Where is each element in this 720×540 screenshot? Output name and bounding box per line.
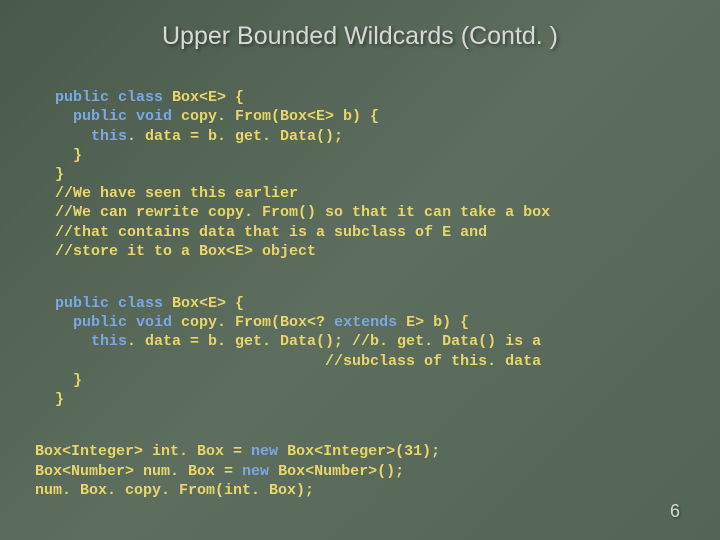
tx: num. Box. copy. From(int. Box); — [35, 482, 314, 499]
spacer — [0, 409, 720, 423]
tx: copy. From(Box<? — [181, 314, 334, 331]
tx: Box<Number>(); — [278, 463, 404, 480]
tx: Box<Number> num. Box = — [35, 463, 242, 480]
tx: Box<Integer> int. Box = — [35, 443, 251, 460]
spacer — [0, 261, 720, 275]
slide-title: Upper Bounded Wildcards (Contd. ) — [0, 0, 720, 51]
code-block-2: public class Box<E> { public void copy. … — [0, 275, 720, 409]
comment: //that contains data that is a subclass … — [55, 224, 487, 241]
tx: . data = b. get. Data(); //b. get. Data(… — [127, 333, 541, 350]
kw: public void — [55, 314, 181, 331]
code-block-3: Box<Integer> int. Box = new Box<Integer>… — [0, 423, 720, 500]
tx: Box<E> { — [172, 295, 244, 312]
tx: } — [55, 147, 82, 164]
tx: } — [55, 372, 82, 389]
tx: } — [55, 166, 64, 183]
tx: Box<Integer>(31); — [287, 443, 440, 460]
page-number: 6 — [670, 501, 680, 522]
kw: this — [55, 128, 127, 145]
kw: this — [55, 333, 127, 350]
kw: public class — [55, 89, 172, 106]
comment: //store it to a Box<E> object — [55, 243, 316, 260]
tx: E> b) { — [406, 314, 469, 331]
comment: //We can rewrite copy. From() so that it… — [55, 204, 550, 221]
tx: . data = b. get. Data(); — [127, 128, 343, 145]
tx: //subclass of this. data — [55, 353, 541, 370]
kw: new — [242, 463, 278, 480]
comment: //We have seen this earlier — [55, 185, 298, 202]
kw: new — [251, 443, 287, 460]
tx: } — [55, 391, 64, 408]
kw: public class — [55, 295, 172, 312]
code-block-1: public class Box<E> { public void copy. … — [0, 69, 720, 261]
kw: public void — [55, 108, 181, 125]
tx: copy. From(Box<E> b) { — [181, 108, 379, 125]
kw: extends — [334, 314, 406, 331]
tx: Box<E> { — [172, 89, 244, 106]
